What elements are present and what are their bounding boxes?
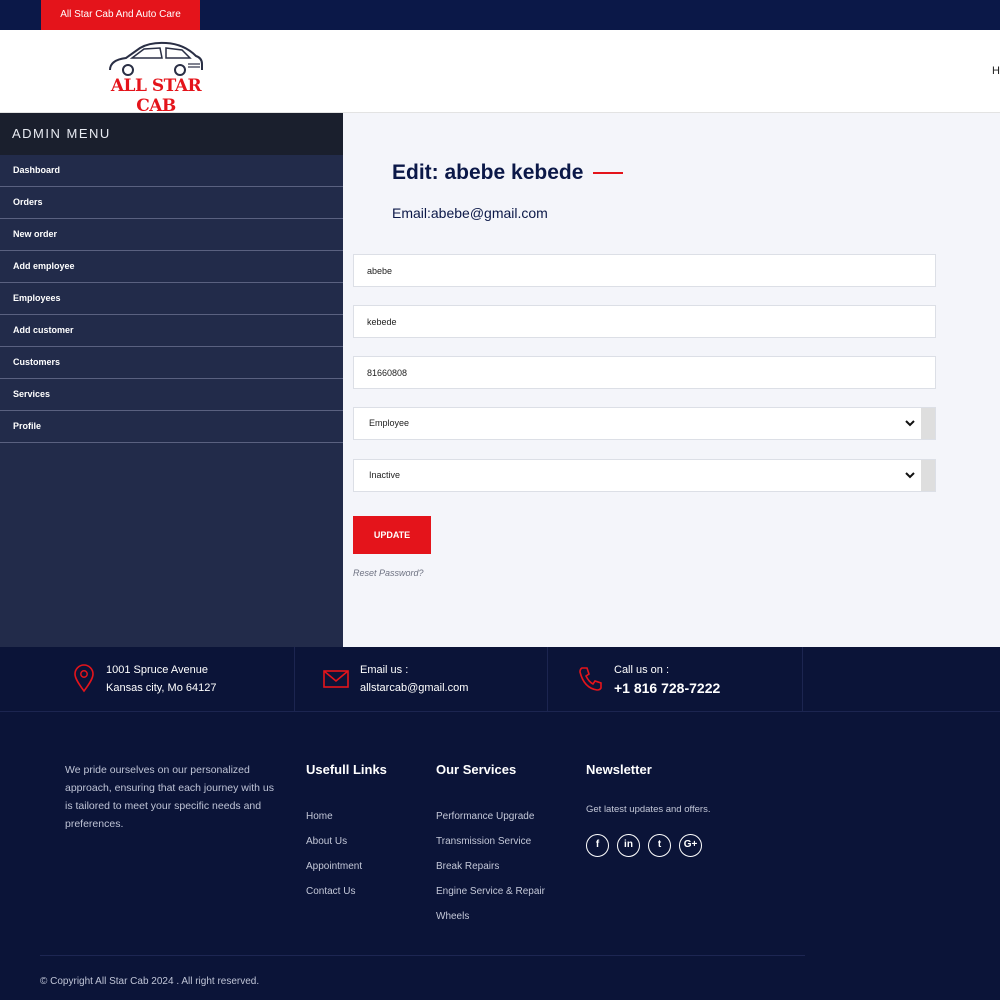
phone-value[interactable]: +1 816 728-7222 <box>614 679 720 697</box>
email-value[interactable]: allstarcab@gmail.com <box>360 679 468 697</box>
chevron-down-icon <box>905 472 915 479</box>
sidebar-item-orders[interactable]: Orders <box>0 187 343 219</box>
contact-address: 1001 Spruce Avenue Kansas city, Mo 64127 <box>0 647 295 712</box>
footer-service-engine[interactable]: Engine Service & Repair <box>436 879 545 904</box>
footer-service-brakes[interactable]: Break Repairs <box>436 854 545 879</box>
sidebar-item-employees[interactable]: Employees <box>0 283 343 315</box>
about-text: We pride ourselves on our personalized a… <box>65 764 274 830</box>
role-select-scrollbar <box>921 408 935 439</box>
footer-link-about[interactable]: About Us <box>306 829 362 854</box>
page-title: Edit: abebe kebede <box>392 161 624 185</box>
admin-sidebar: ADMIN MENU Dashboard Orders New order Ad… <box>0 113 343 647</box>
site-footer: 1001 Spruce Avenue Kansas city, Mo 64127… <box>0 647 1000 1000</box>
envelope-icon <box>323 670 349 688</box>
location-pin-icon <box>74 664 94 693</box>
phone-icon <box>579 667 602 691</box>
footer-link-appointment[interactable]: Appointment <box>306 854 362 879</box>
reset-password-link[interactable]: Reset Password? <box>353 568 424 578</box>
contact-row: 1001 Spruce Avenue Kansas city, Mo 64127… <box>0 647 1000 712</box>
sidebar-item-add-employee[interactable]: Add employee <box>0 251 343 283</box>
first-name-input[interactable] <box>353 254 936 287</box>
footer-divider <box>40 955 805 956</box>
phone-label: Call us on : <box>614 664 670 676</box>
newsletter-text: Get latest updates and offers. <box>586 804 711 815</box>
footer-service-performance[interactable]: Performance Upgrade <box>436 804 545 829</box>
sidebar-item-customers[interactable]: Customers <box>0 347 343 379</box>
title-accent <box>593 172 624 175</box>
footer-link-home[interactable]: Home <box>306 804 362 829</box>
contact-email: Email us : allstarcab@gmail.com <box>295 647 548 712</box>
twitter-icon[interactable]: t <box>648 834 671 857</box>
linkedin-icon[interactable]: in <box>617 834 640 857</box>
update-button[interactable]: UPDATE <box>353 516 431 554</box>
phone-input[interactable] <box>353 356 936 389</box>
sidebar-item-dashboard[interactable]: Dashboard <box>0 155 343 187</box>
address-line-2: Kansas city, Mo 64127 <box>106 682 217 694</box>
company-badge: All Star Cab And Auto Care <box>41 0 200 30</box>
employee-email: Email:abebe@gmail.com <box>392 205 548 221</box>
status-select-value: Inactive <box>369 470 401 480</box>
services-title: Our Services <box>436 762 517 777</box>
google-plus-icon[interactable]: G+ <box>679 834 702 857</box>
sidebar-title: ADMIN MENU <box>0 113 343 155</box>
footer-service-wheels[interactable]: Wheels <box>436 904 545 929</box>
last-name-input[interactable] <box>353 305 936 338</box>
sidebar-menu: Dashboard Orders New order Add employee … <box>0 155 343 443</box>
nav-item-home[interactable]: H <box>992 65 1000 77</box>
footer-link-contact[interactable]: Contact Us <box>306 879 362 904</box>
services-list: Performance Upgrade Transmission Service… <box>436 804 545 929</box>
newsletter-title: Newsletter <box>586 762 652 777</box>
copyright-text: © Copyright All Star Cab 2024 . All righ… <box>40 976 260 987</box>
sidebar-item-profile[interactable]: Profile <box>0 411 343 443</box>
chevron-down-icon <box>905 420 915 427</box>
useful-links-list: Home About Us Appointment Contact Us <box>306 804 362 904</box>
footer-service-transmission[interactable]: Transmission Service <box>436 829 545 854</box>
sidebar-item-services[interactable]: Services <box>0 379 343 411</box>
car-logo-icon <box>109 41 203 76</box>
links-title: Usefull Links <box>306 762 387 777</box>
logo-text: ALL STAR CAB <box>110 76 202 116</box>
facebook-icon[interactable]: f <box>586 834 609 857</box>
role-select-value: Employee <box>369 418 410 428</box>
site-header: ALL STAR CAB H <box>0 30 1000 116</box>
edit-employee-panel: Edit: abebe kebede Email:abebe@gmail.com… <box>343 113 1000 647</box>
status-select-scrollbar <box>921 460 935 491</box>
site-logo[interactable]: ALL STAR CAB <box>104 40 208 116</box>
address-line-1: 1001 Spruce Avenue <box>106 664 208 676</box>
email-label: Email us : <box>360 664 409 676</box>
page-title-text: Edit: abebe kebede <box>392 161 584 184</box>
role-select[interactable]: Employee <box>353 407 936 440</box>
sidebar-item-add-customer[interactable]: Add customer <box>0 315 343 347</box>
sidebar-item-new-order[interactable]: New order <box>0 219 343 251</box>
contact-phone: Call us on : +1 816 728-7222 <box>548 647 803 712</box>
top-bar: All Star Cab And Auto Care <box>0 0 1000 30</box>
status-select[interactable]: Inactive <box>353 459 936 492</box>
